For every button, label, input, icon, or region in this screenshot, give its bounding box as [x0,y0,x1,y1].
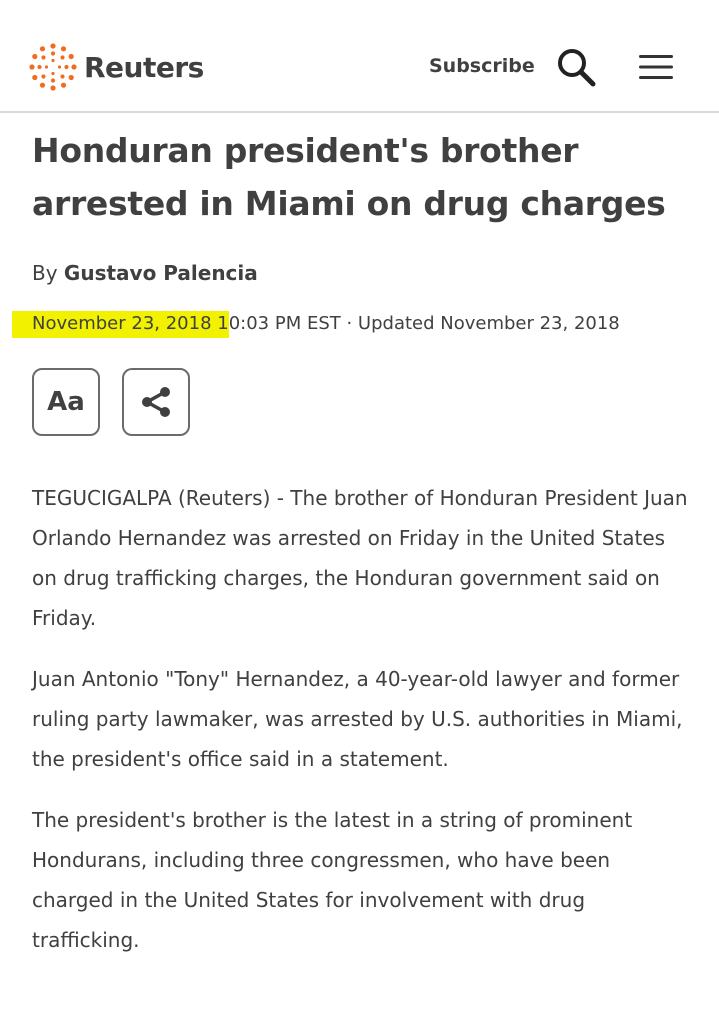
reuters-logo-icon [29,43,77,91]
brand-name: Reuters [84,50,204,84]
article-headline: Honduran president's brother arrested in… [32,131,666,223]
menu-icon[interactable] [639,53,673,81]
search-icon[interactable] [555,46,597,88]
paragraph: TEGUCIGALPA (Reuters) - The brother of H… [32,486,688,630]
font-size-button[interactable]: Aa [32,368,100,436]
reuters-logo[interactable]: Reuters [28,42,204,92]
share-icon [142,387,170,417]
publish-date: November 23, 2018 10:03 PM EST · Updated… [32,309,620,339]
date-rest: 0:03 PM EST · Updated November 23, 2018 [228,313,620,334]
highlighted-date: November 23, 2018 1 [32,311,229,338]
byline-prefix: By [32,261,64,285]
byline: By Gustavo Palencia [32,258,258,288]
paragraph: Juan Antonio "Tony" Hernandez, a 40-year… [32,667,683,771]
article-body: TEGUCIGALPA (Reuters) - The brother of H… [32,478,692,981]
font-size-label: Aa [47,387,85,417]
paragraph: The president's brother is the latest in… [32,808,633,952]
site-header: Reuters Subscribe [0,0,719,113]
share-button[interactable] [122,368,190,436]
author-link[interactable]: Gustavo Palencia [64,261,258,285]
subscribe-link[interactable]: Subscribe [429,53,535,79]
